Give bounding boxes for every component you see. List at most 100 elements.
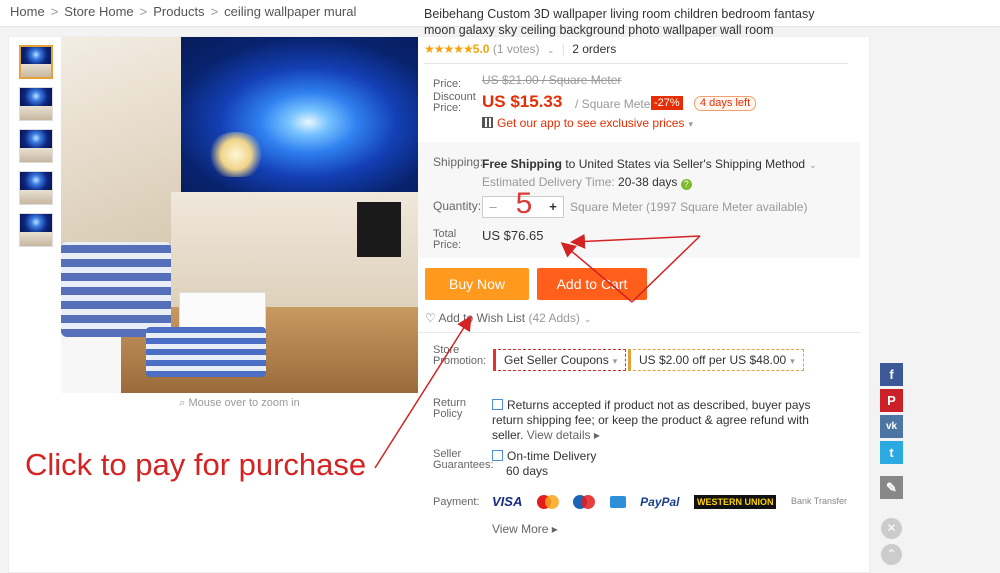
- document-icon: [492, 399, 503, 410]
- thumbnail-4[interactable]: [19, 171, 53, 205]
- view-more-link[interactable]: View More ▸: [492, 522, 558, 536]
- store-deal-text: US $2.00 off per US $48.00: [639, 353, 787, 367]
- original-price: US $21.00 / Square Meter: [482, 73, 622, 87]
- chevron-down-icon: ▾: [612, 356, 618, 366]
- votes-link[interactable]: (1 votes): [493, 42, 540, 56]
- shipping-method-text: to United States via Seller's Shipping M…: [562, 157, 806, 171]
- seller-coupons-dropdown[interactable]: Get Seller Coupons ▾: [493, 349, 627, 371]
- discount-badge: -27%: [651, 96, 683, 110]
- payment-methods: VISA PayPal WESTERN UNION Bank Transfer: [492, 493, 857, 513]
- return-policy-label-2: Policy: [433, 408, 463, 420]
- app-promo-text: Get our app to see exclusive prices: [497, 116, 685, 130]
- total-label-2: Price:: [433, 239, 462, 251]
- breadcrumb-home[interactable]: Home: [10, 0, 45, 24]
- quantity-label: Quantity:: [433, 199, 482, 213]
- wish-label: Add to Wish List: [438, 311, 526, 325]
- mastercard-icon: [536, 494, 559, 509]
- scroll-top-icon[interactable]: ⌃: [881, 544, 902, 565]
- breadcrumb-products[interactable]: Products: [153, 0, 204, 24]
- wish-count: (42 Adds): [528, 311, 580, 325]
- view-details-link[interactable]: View details: [527, 428, 591, 442]
- orders-count: 2 orders: [572, 42, 617, 56]
- chevron-down-icon: ▾: [688, 119, 693, 129]
- app-promo-link[interactable]: Get our app to see exclusive prices ▾: [482, 116, 693, 130]
- visa-icon: VISA: [492, 494, 523, 510]
- western-union-icon: WESTERN UNION: [693, 494, 777, 509]
- quantity-availability: Square Meter (1997 Square Meter availabl…: [570, 200, 808, 214]
- thumbnail-5[interactable]: [19, 213, 53, 247]
- tv: [357, 202, 401, 257]
- view-more-text: View More: [492, 522, 549, 536]
- chandelier: [206, 132, 266, 177]
- days-left-badge: 4 days left: [694, 96, 757, 111]
- delivery-icon: [492, 450, 503, 461]
- discount-price: US $15.33: [482, 92, 563, 111]
- thumbnail-2[interactable]: [19, 87, 53, 121]
- annotation-text: Click to pay for purchase: [25, 447, 367, 482]
- galaxy-ceiling: [171, 37, 418, 192]
- payment-label: Payment:: [433, 496, 480, 508]
- maestro-icon: [573, 494, 596, 509]
- quantity-increase-button[interactable]: +: [543, 197, 563, 217]
- divider: [424, 63, 848, 64]
- main-product-image[interactable]: [61, 37, 418, 393]
- vk-icon[interactable]: vk: [880, 415, 903, 438]
- chevron-down-icon[interactable]: ⌄: [809, 160, 817, 170]
- facebook-icon[interactable]: f: [880, 363, 903, 386]
- zoom-hint: ⌕ Mouse over to zoom in: [61, 397, 418, 410]
- price-label: Price:: [433, 78, 462, 90]
- quantity-decrease-button[interactable]: –: [483, 197, 503, 217]
- quantity-stepper: – 5 +: [482, 189, 564, 219]
- guarantee-days: 60 days: [506, 464, 549, 478]
- paypal-icon: PayPal: [640, 494, 680, 509]
- on-time-delivery: On-time Delivery: [492, 449, 596, 463]
- shipping-free: Free Shipping: [482, 157, 563, 171]
- total-price: US $76.65: [482, 228, 544, 243]
- sofa: [61, 242, 171, 337]
- chevron-down-icon[interactable]: ⌄: [547, 45, 555, 55]
- product-title: Beibehang Custom 3D wallpaper living roo…: [424, 7, 815, 37]
- divider: [418, 332, 860, 333]
- rating-row: ★★★★★5.0 (1 votes) ⌄ | 2 orders: [424, 42, 617, 56]
- twitter-icon[interactable]: t: [880, 441, 903, 464]
- bank-transfer-icon: Bank Transfer: [790, 496, 847, 507]
- pinterest-icon[interactable]: P: [880, 389, 903, 412]
- chevron-right-icon: ▸: [548, 522, 558, 536]
- price-unit: / Square Meter: [575, 97, 655, 111]
- add-to-wishlist-link[interactable]: ♡ Add to Wish List (42 Adds) ⌄: [425, 311, 591, 325]
- thumbnail-3[interactable]: [19, 129, 53, 163]
- estimated-delivery-value: 20-38 days: [618, 175, 678, 189]
- zoom-hint-text: Mouse over to zoom in: [188, 397, 300, 409]
- buy-now-button[interactable]: Buy Now: [425, 268, 529, 300]
- breadcrumb-current[interactable]: ceiling wallpaper mural: [224, 0, 356, 24]
- heart-icon: ♡: [425, 311, 439, 325]
- promotion-label-2: Promotion:: [433, 355, 487, 367]
- chevron-right-icon: ▸: [590, 428, 600, 442]
- edit-icon[interactable]: ✎: [880, 476, 903, 499]
- thumbnail-1[interactable]: [19, 45, 53, 79]
- seller-coupons-text: Get Seller Coupons: [504, 353, 609, 367]
- star-rating-icon: ★★★★★: [424, 42, 474, 56]
- chevron-down-icon: ▾: [790, 356, 795, 366]
- return-policy-text: Returns accepted if product not as descr…: [492, 398, 842, 443]
- discount-label-2: Price:: [433, 102, 462, 114]
- qr-code-icon: [482, 117, 493, 128]
- amex-icon: [609, 495, 626, 508]
- close-icon[interactable]: ✕: [881, 518, 902, 539]
- store-deal-dropdown[interactable]: US $2.00 off per US $48.00 ▾: [628, 349, 804, 371]
- quantity-input[interactable]: 5: [509, 189, 539, 219]
- guarantee-label-2: Guarantees:: [433, 459, 494, 471]
- breadcrumb-separator: >: [50, 4, 59, 19]
- thumbnail-strip: [19, 45, 53, 255]
- estimated-delivery: Estimated Delivery Time: 20-38 days ?: [482, 175, 692, 190]
- shipping-label: Shipping:: [433, 155, 484, 169]
- shipping-method-select[interactable]: Free Shipping to United States via Selle…: [482, 157, 817, 171]
- rating-score: 5.0: [472, 42, 490, 56]
- on-time-delivery-text: On-time Delivery: [507, 449, 597, 463]
- breadcrumb-separator: >: [139, 4, 148, 19]
- breadcrumb-store-home[interactable]: Store Home: [64, 0, 133, 24]
- help-icon[interactable]: ?: [680, 179, 692, 190]
- add-to-cart-button[interactable]: Add to Cart: [537, 268, 647, 300]
- chevron-down-icon[interactable]: ⌄: [584, 314, 592, 324]
- estimated-delivery-label: Estimated Delivery Time:: [482, 175, 619, 189]
